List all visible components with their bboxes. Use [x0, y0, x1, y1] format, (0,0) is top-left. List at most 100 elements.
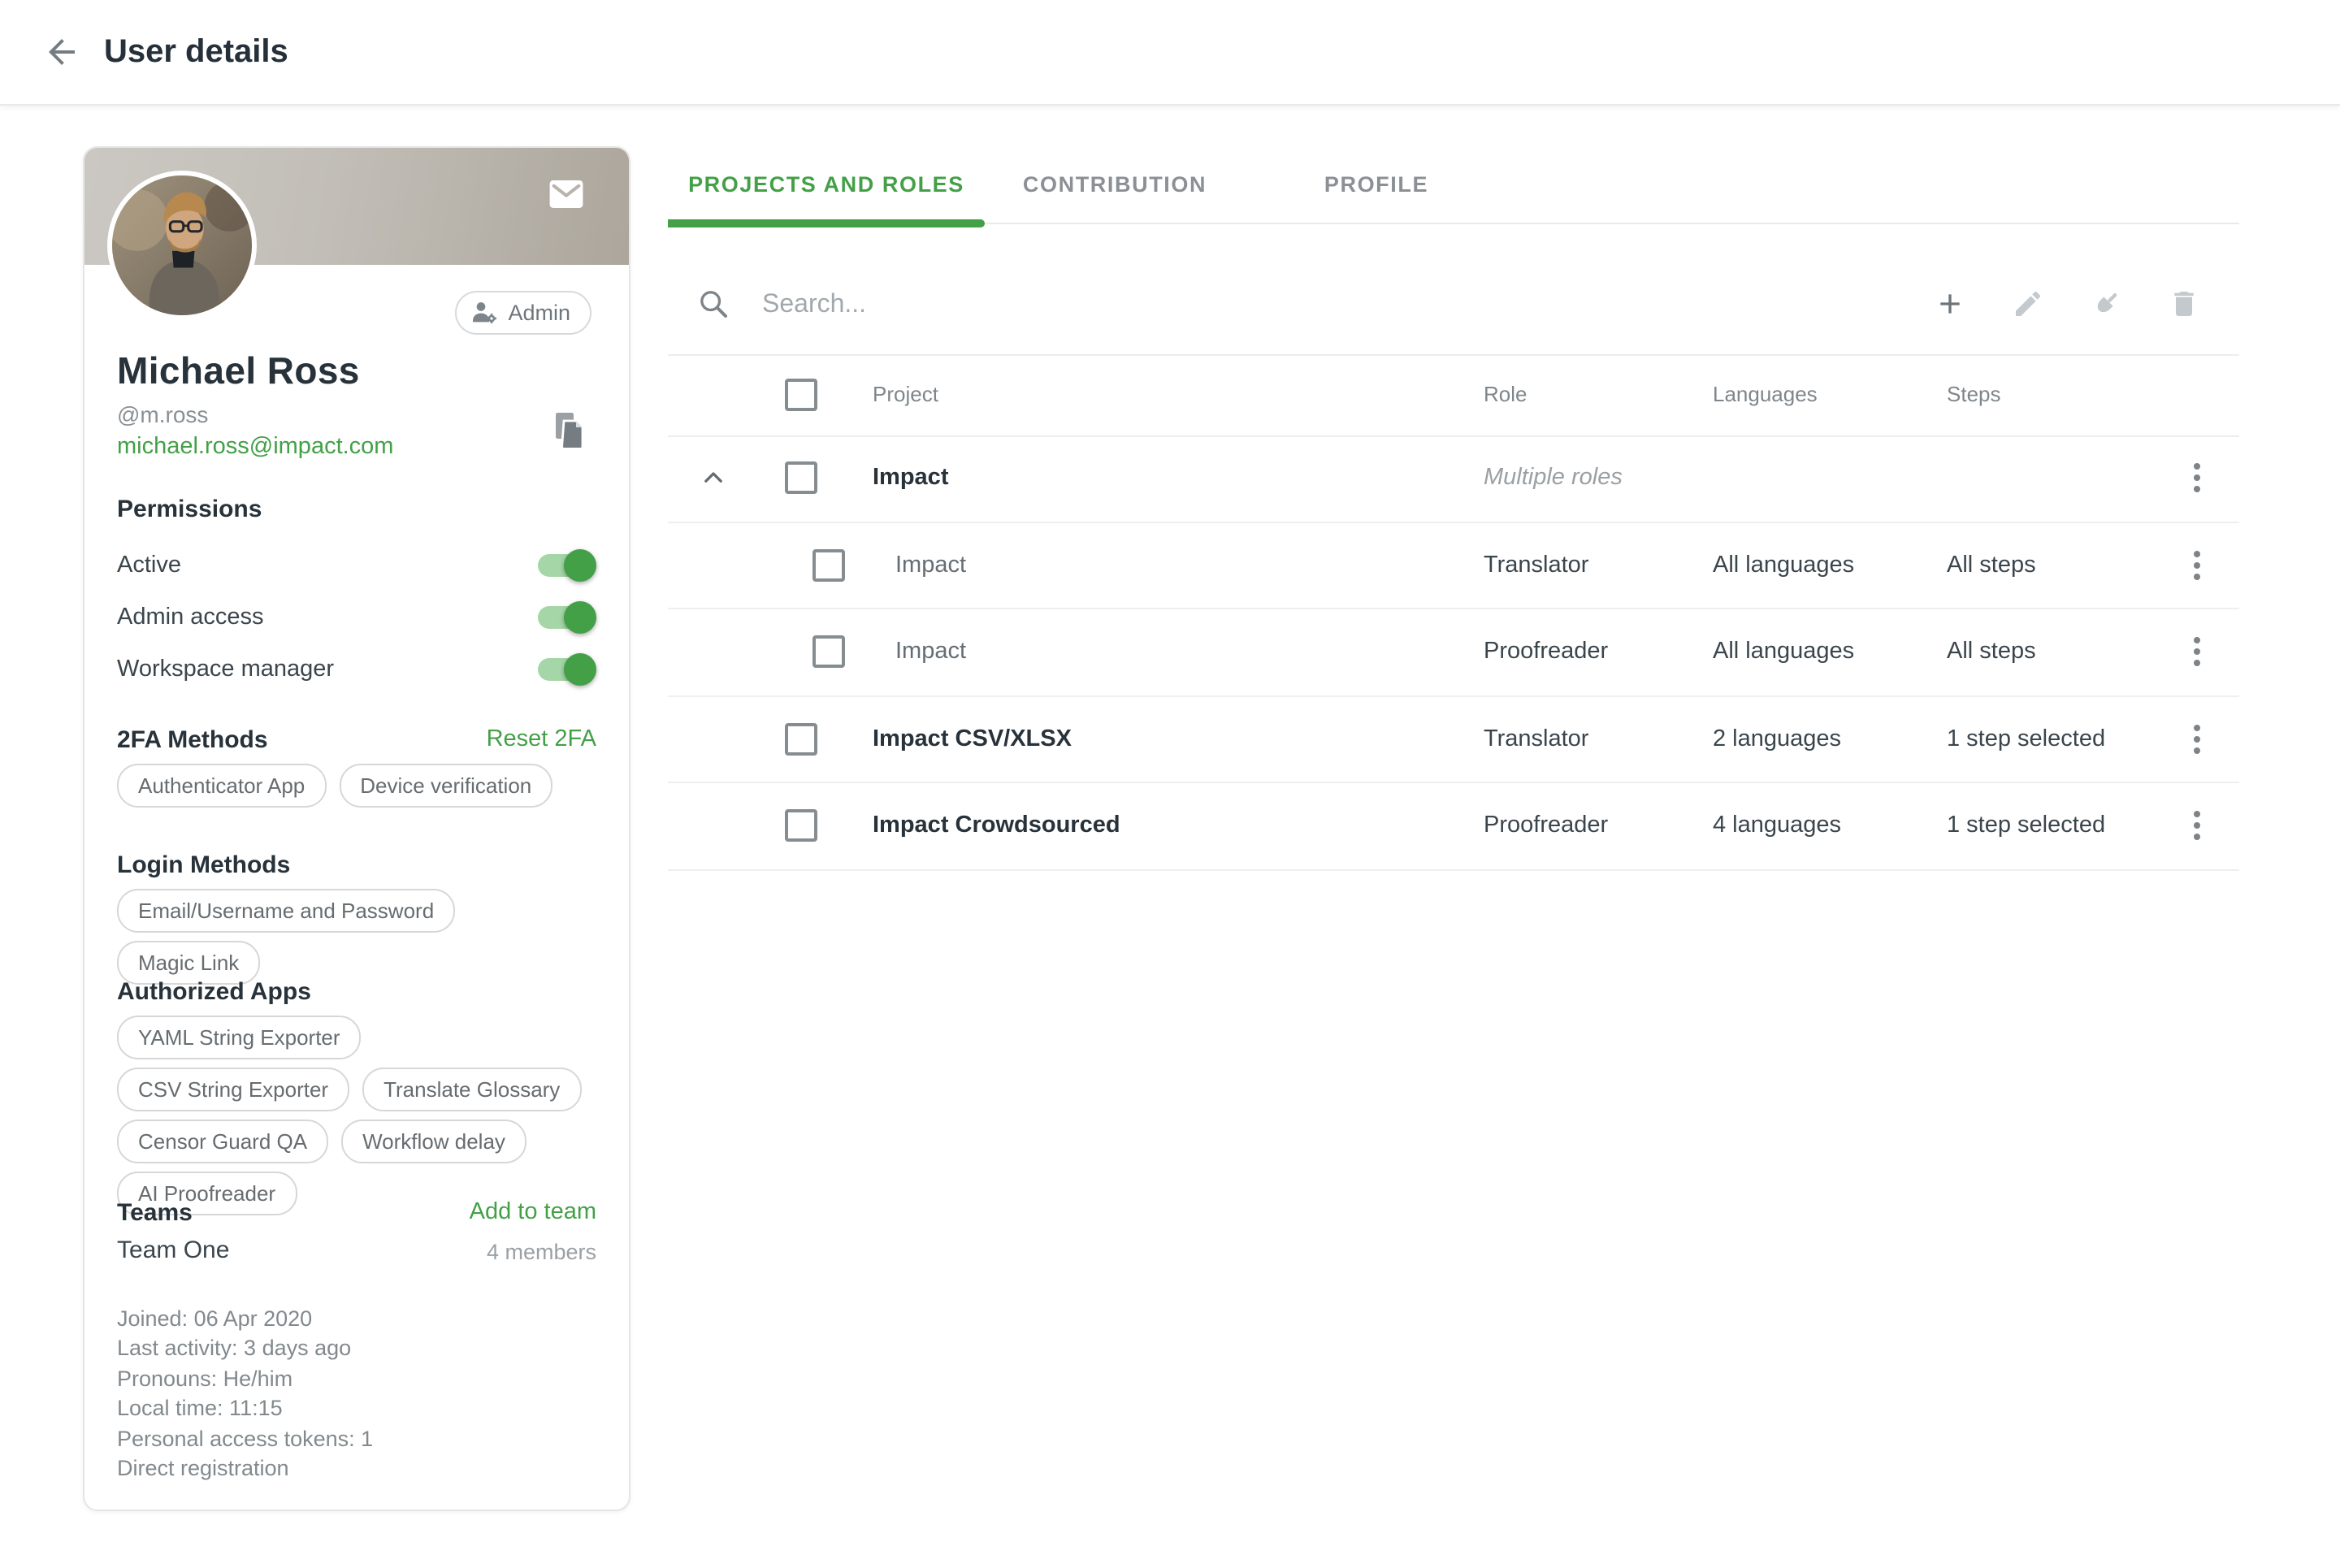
tab-profile[interactable]: PROFILE	[1245, 146, 1508, 223]
edit-icon[interactable]	[2012, 288, 2044, 320]
column-role: Role	[1484, 382, 1528, 406]
twofa-heading: 2FA Methods	[117, 726, 268, 754]
toggle-knob	[564, 549, 596, 582]
row-menu-icon[interactable]	[2186, 462, 2208, 495]
permissions-heading: Permissions	[117, 496, 262, 523]
reset-2fa-link[interactable]: Reset 2FA	[487, 726, 596, 752]
role-value: Translator	[1484, 552, 1588, 578]
user-meta-line: Personal access tokens: 1	[117, 1424, 373, 1454]
user-details-page: User details	[0, 0, 2340, 1568]
row-checkbox[interactable]	[785, 723, 817, 756]
copy-email-icon[interactable]	[552, 413, 585, 448]
languages-value: 2 languages	[1713, 726, 1841, 752]
steps-value: All steps	[1947, 639, 2036, 665]
user-meta-line: Last activity: 3 days ago	[117, 1335, 373, 1365]
role-value: Multiple roles	[1484, 466, 1623, 492]
select-all-checkbox[interactable]	[785, 379, 817, 411]
row-menu-icon[interactable]	[2186, 636, 2208, 669]
authorized-app-chips: YAML String Exporter CSV String Exporter T…	[117, 1016, 600, 1215]
permission-row: Workspace manager	[117, 647, 596, 692]
admin-badge: Admin	[454, 291, 592, 335]
steps-value: 1 step selected	[1947, 813, 2105, 839]
user-handle: @m.ross	[117, 401, 208, 427]
languages-value: All languages	[1713, 639, 1854, 665]
permission-label: Active	[117, 552, 181, 578]
login-methods-heading: Login Methods	[117, 851, 290, 879]
toggle-knob	[564, 601, 596, 634]
add-icon[interactable]	[1934, 288, 1966, 320]
table-row[interactable]: Impact Multiple roles	[668, 435, 2239, 522]
admin-user-gear-icon	[470, 301, 498, 325]
chip: Censor Guard QA	[117, 1120, 328, 1163]
tab-projects-and-roles[interactable]: PROJECTS AND ROLES	[668, 146, 985, 223]
toggle-switch-admin-access[interactable]	[538, 606, 593, 629]
tab-contribution[interactable]: CONTRIBUTION	[985, 146, 1245, 223]
tab-bar: PROJECTS AND ROLESCONTRIBUTIONPROFILE	[668, 146, 2239, 224]
team-members-count: 4 members	[487, 1240, 596, 1264]
avatar	[107, 171, 257, 320]
chip: Device verification	[339, 764, 552, 808]
project-name: Impact	[895, 639, 966, 665]
chevron-up-icon[interactable]	[697, 462, 730, 495]
languages-value: 4 languages	[1713, 813, 1841, 839]
languages-value: All languages	[1713, 552, 1854, 578]
user-meta-line: Pronouns: He/him	[117, 1365, 373, 1395]
search-input[interactable]	[759, 281, 1675, 330]
search-icon	[697, 288, 730, 320]
table-header: Project Role Languages Steps	[668, 354, 2239, 437]
project-name: Impact	[895, 552, 966, 578]
user-name: Michael Ross	[117, 349, 360, 393]
project-name: Impact CSV/XLSX	[873, 726, 1072, 752]
toggle-switch-workspace-manager[interactable]	[538, 658, 593, 681]
login-method-chips: Email/Username and PasswordMagic Link	[117, 889, 600, 985]
toggle-switch-active[interactable]	[538, 554, 593, 577]
table-row[interactable]: ImpactProofreaderAll languagesAll steps	[668, 609, 2239, 696]
user-meta-line: Direct registration	[117, 1454, 373, 1484]
back-icon[interactable]	[42, 32, 81, 71]
row-checkbox[interactable]	[785, 810, 817, 842]
table-toolbar	[668, 223, 2239, 356]
clear-filters-icon[interactable]	[2090, 288, 2122, 320]
authorized-apps-heading: Authorized Apps	[117, 978, 311, 1006]
chip: Email/Username and Password	[117, 889, 455, 933]
delete-icon[interactable]	[2168, 288, 2200, 320]
steps-value: All steps	[1947, 552, 2036, 578]
team-name: Team One	[117, 1237, 229, 1264]
steps-value: 1 step selected	[1947, 726, 2105, 752]
chip: Authenticator App	[117, 764, 326, 808]
chip: YAML String Exporter	[117, 1016, 362, 1059]
user-meta-list: Joined: 06 Apr 2020Last activity: 3 days…	[117, 1305, 373, 1484]
table-row[interactable]: Impact Crowdsourced Proofreader 4 language…	[668, 783, 2239, 870]
toolbar-actions	[1934, 288, 2200, 320]
table-row[interactable]: Impact CSV/XLSX Translator 2 languages 1 st…	[668, 696, 2239, 783]
role-value: Proofreader	[1484, 813, 1608, 839]
row-checkbox[interactable]	[785, 462, 817, 495]
profile-card: Admin Michael Ross @m.ross michael.ross@…	[83, 146, 630, 1511]
add-to-team-link[interactable]: Add to team	[470, 1199, 596, 1225]
admin-badge-label: Admin	[508, 301, 570, 325]
column-languages: Languages	[1713, 382, 1818, 406]
row-menu-icon[interactable]	[2186, 810, 2208, 842]
row-checkbox[interactable]	[812, 636, 845, 669]
mail-icon[interactable]	[549, 180, 583, 208]
row-checkbox[interactable]	[812, 549, 845, 582]
page-title: User details	[104, 34, 288, 71]
column-project: Project	[873, 382, 938, 406]
chip: Workflow delay	[341, 1120, 526, 1163]
chip: CSV String Exporter	[117, 1068, 349, 1111]
table-row[interactable]: Impact Translator All languages All steps	[668, 522, 2239, 609]
row-menu-icon[interactable]	[2186, 549, 2208, 582]
row-menu-icon[interactable]	[2186, 723, 2208, 756]
chip: Translate Glossary	[362, 1068, 581, 1111]
permission-label: Admin access	[117, 604, 264, 630]
column-steps: Steps	[1947, 382, 2001, 406]
project-name: Impact	[873, 466, 949, 492]
permission-row: Admin access	[117, 595, 596, 640]
table-body: Impact Multiple roles Impact Translator All …	[668, 435, 2239, 870]
project-name: Impact Crowdsourced	[873, 813, 1120, 839]
user-email-link[interactable]: michael.ross@impact.com	[117, 434, 393, 460]
permission-row: Active	[117, 543, 596, 588]
twofa-chips: Authenticator App Device verification	[117, 764, 600, 808]
teams-heading: Teams	[117, 1199, 193, 1227]
role-value: Translator	[1484, 726, 1588, 752]
